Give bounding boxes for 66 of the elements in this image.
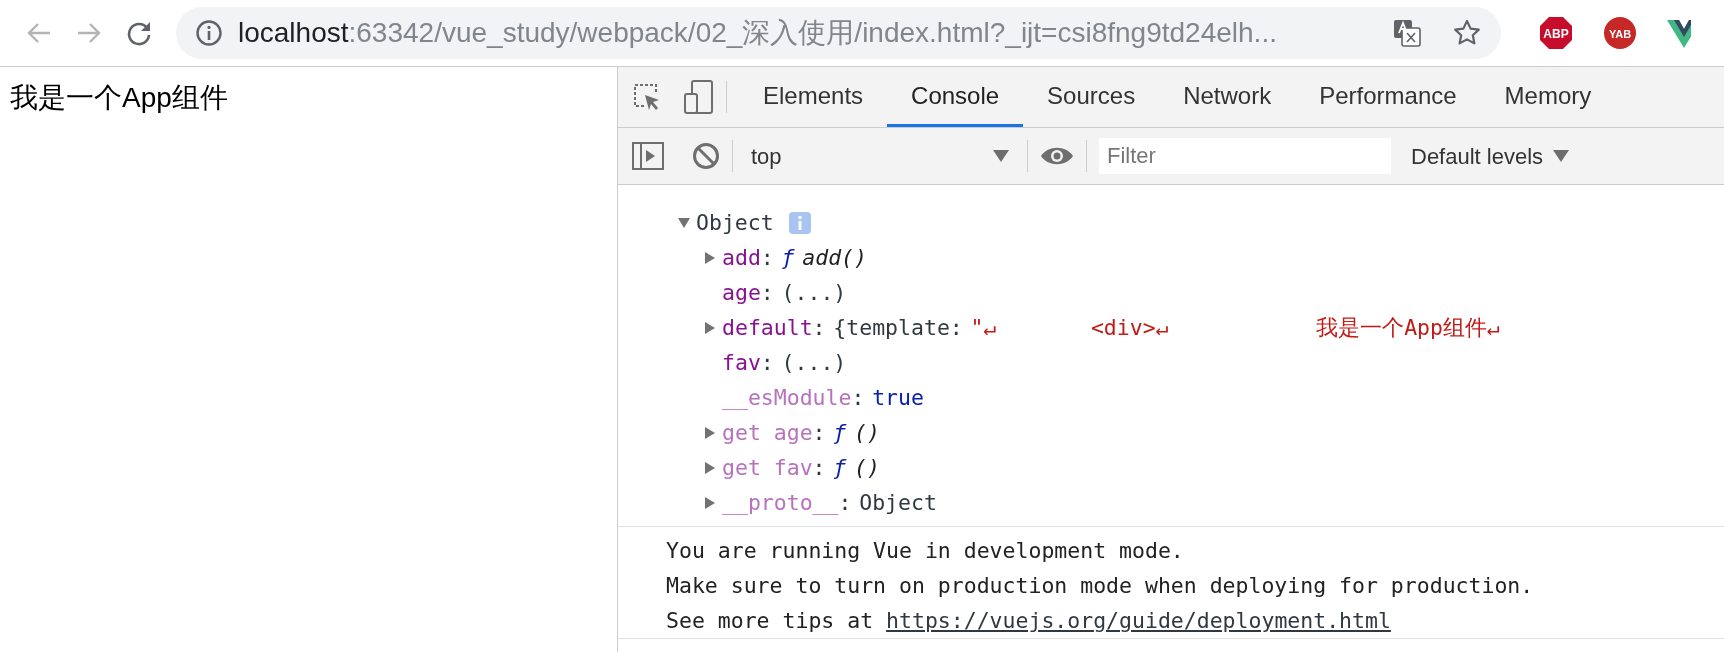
dropdown-caret-icon <box>993 149 1009 163</box>
context-selector[interactable]: top <box>745 139 1015 173</box>
colon-text: : <box>838 489 852 517</box>
expand-arrow-icon[interactable] <box>704 321 716 334</box>
property-key: age <box>722 275 761 310</box>
console-message: Make sure to turn on production mode when deploying for production. <box>666 573 1534 598</box>
property-key: __esModule <box>722 380 852 415</box>
property-value: {template: <box>833 314 963 342</box>
devtools-tab[interactable]: Performance <box>1295 67 1481 127</box>
property-key: __proto__ <box>722 485 839 520</box>
filter-field[interactable]: Filter <box>1099 138 1391 174</box>
colon-text: : <box>760 349 774 377</box>
property-value: () <box>854 454 880 482</box>
property-key: fav <box>722 345 761 380</box>
expand-arrow-icon[interactable] <box>704 426 716 439</box>
colon-text: : <box>851 384 865 412</box>
colon-text: : <box>760 244 774 272</box>
colon-text: : <box>812 314 826 342</box>
expand-arrow-icon[interactable] <box>704 496 716 509</box>
log-levels-dropdown[interactable]: Default levels <box>1405 138 1576 174</box>
vue-extension-icon[interactable] <box>1667 18 1691 48</box>
address-bar[interactable]: localhost:63342/vue_study/webpack/02_深入使用/index.html?_ijt=csi8fng9td24elh... <box>176 7 1501 59</box>
colon-text: : <box>760 279 774 307</box>
property-value: ƒ <box>833 419 847 447</box>
property-value: <div>↵ <box>1090 314 1169 342</box>
translate-icon[interactable] <box>1393 19 1421 47</box>
docs-link[interactable]: https://vuejs.org/guide/deployment.html <box>886 608 1391 633</box>
bookmark-star-icon[interactable] <box>1453 19 1481 47</box>
property-value: 我是一个App组件↵ <box>1316 314 1500 342</box>
page-text: 我是一个App组件 <box>10 81 229 115</box>
sidebar-toggle-icon[interactable] <box>632 142 664 170</box>
colon-text: : <box>812 419 826 447</box>
expand-arrow-icon[interactable] <box>704 251 716 264</box>
dropdown-caret-icon <box>1553 149 1570 163</box>
object-label: Object <box>696 209 774 237</box>
devtools-tab[interactable]: Network <box>1159 67 1296 127</box>
console-message: See more tips at <box>666 608 874 633</box>
expand-arrow-icon[interactable] <box>678 216 690 229</box>
yab-extension-icon[interactable]: YAB <box>1603 16 1637 50</box>
devtools-tab[interactable]: Sources <box>1023 67 1160 127</box>
property-value: ƒ <box>781 244 795 272</box>
property-value: (...) <box>781 349 847 377</box>
property-value: true <box>872 384 924 412</box>
property-key: add <box>722 240 761 275</box>
console-message: You are running Vue in development mode. <box>666 538 1184 563</box>
property-key: get fav <box>722 450 813 485</box>
clear-console-icon[interactable] <box>692 142 720 170</box>
property-value: Object <box>859 489 937 517</box>
colon-text: : <box>812 454 826 482</box>
abp-extension-icon[interactable]: ABP <box>1539 16 1573 50</box>
url-text: localhost:63342/vue_study/webpack/02_深入使用/index.html?_ijt=csi8fng9td24elh... <box>238 16 1277 50</box>
reload-icon <box>126 20 152 46</box>
info-icon <box>789 211 812 234</box>
property-value: () <box>854 419 880 447</box>
property-value: "↵ <box>970 314 997 342</box>
eye-icon[interactable] <box>1040 145 1074 167</box>
devtools-tab[interactable]: Elements <box>739 67 888 127</box>
info-icon <box>196 20 222 46</box>
devtools-tab[interactable]: Memory <box>1480 67 1616 127</box>
expand-arrow-icon[interactable] <box>704 461 716 474</box>
device-toolbar-icon[interactable] <box>684 80 714 114</box>
property-key: default <box>722 310 813 345</box>
property-value: ƒ <box>833 454 847 482</box>
property-value: add() <box>802 244 867 272</box>
property-value: (...) <box>781 279 847 307</box>
property-key: get age <box>722 415 813 450</box>
